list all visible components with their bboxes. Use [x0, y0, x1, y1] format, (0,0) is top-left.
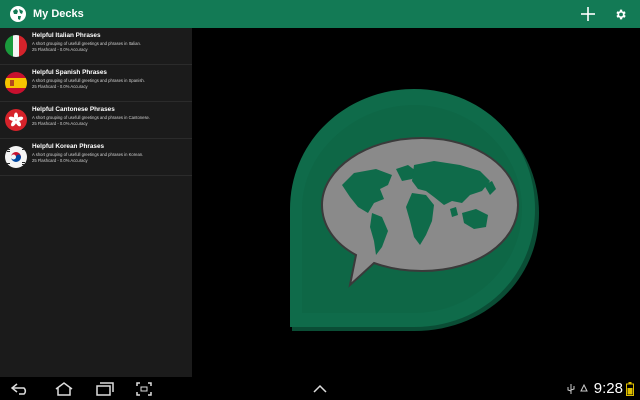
spain-flag-icon — [5, 72, 27, 94]
deck-title: Helpful Spanish Phrases — [32, 69, 107, 76]
deck-title: Helpful Italian Phrases — [32, 32, 101, 39]
deck-stats: 25 Flashcard - 0.0% Accuracy — [32, 47, 88, 52]
hong-kong-flag-icon — [5, 109, 27, 131]
settings-button[interactable] — [606, 0, 634, 28]
system-navigation-bar: 9:28 — [0, 377, 640, 400]
action-bar: My Decks — [0, 0, 640, 28]
add-deck-button[interactable] — [574, 0, 602, 28]
page-title: My Decks — [33, 8, 84, 20]
plus-icon — [581, 7, 595, 21]
back-button[interactable] — [8, 377, 32, 400]
screenshot-button[interactable] — [132, 377, 156, 400]
deck-title: Helpful Cantonese Phrases — [32, 106, 115, 113]
italy-flag-icon — [5, 35, 27, 57]
deck-item-spanish[interactable]: Helpful Spanish Phrases A short grouping… — [0, 65, 192, 102]
recent-apps-button[interactable] — [93, 377, 117, 400]
deck-item-cantonese[interactable]: Helpful Cantonese Phrases A short groupi… — [0, 102, 192, 139]
app-globe-icon[interactable] — [9, 5, 27, 23]
gear-icon — [615, 9, 626, 19]
speech-bubble-globe-logo — [290, 89, 539, 331]
deck-stats: 25 Flashcard - 0.0% Accuracy — [32, 84, 88, 89]
deck-list: Helpful Italian Phrases A short grouping… — [0, 28, 192, 377]
expand-button[interactable] — [308, 377, 332, 400]
deck-stats: 25 Flashcard - 0.0% Accuracy — [32, 121, 88, 126]
chevron-up-icon — [313, 384, 327, 393]
south-korea-flag-icon — [5, 146, 27, 168]
usb-icon — [566, 383, 576, 395]
battery-icon — [626, 381, 634, 396]
detail-pane — [192, 28, 640, 377]
home-icon — [55, 381, 73, 396]
deck-title: Helpful Korean Phrases — [32, 143, 105, 150]
recycle-icon — [579, 383, 589, 395]
deck-stats: 25 Flashcard - 0.0% Accuracy — [32, 158, 88, 163]
back-arrow-icon — [11, 382, 27, 395]
deck-item-italian[interactable]: Helpful Italian Phrases A short grouping… — [0, 28, 192, 65]
recent-apps-icon — [96, 381, 114, 396]
deck-item-korean[interactable]: Helpful Korean Phrases A short grouping … — [0, 139, 192, 176]
status-area: 9:28 — [563, 377, 634, 400]
screenshot-icon — [136, 381, 152, 396]
home-button[interactable] — [52, 377, 76, 400]
clock: 9:28 — [593, 380, 623, 397]
